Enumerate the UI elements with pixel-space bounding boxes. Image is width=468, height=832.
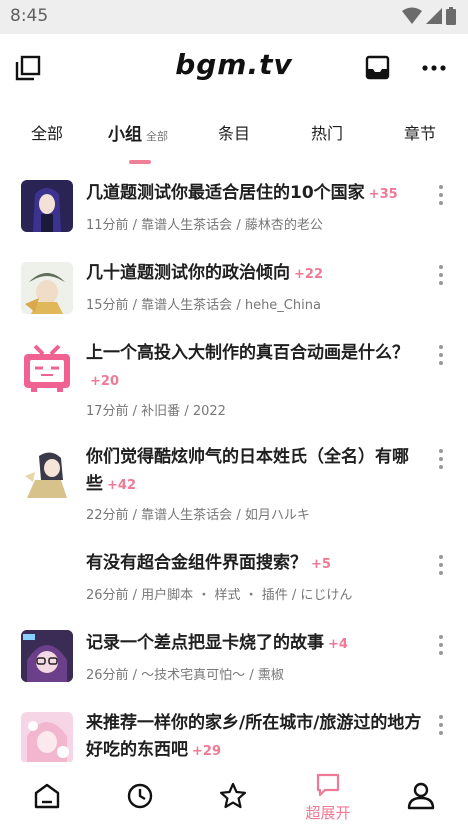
more-vertical-icon[interactable]: [434, 714, 448, 736]
item-meta: 26分前 / 用户脚本 ・ 样式 ・ 插件 / にじけん: [86, 588, 353, 603]
home-icon[interactable]: [27, 776, 67, 816]
status-time: 8:45: [10, 6, 49, 26]
item-meta: 26分前 / 〜技术宅真可怕〜 / 熏椒: [86, 668, 284, 683]
list-item[interactable]: 有没有超合金组件界面搜索？ +5 26分前 / 用户脚本 ・ 样式 ・ 插件 / …: [0, 540, 468, 620]
tab-group[interactable]: 小组 全部: [108, 120, 168, 145]
tv-logo-icon: [21, 342, 73, 394]
avatar: [21, 712, 73, 762]
list-item[interactable]: 记录一个差点把显卡烧了的故事 +4 26分前 / 〜技术宅真可怕〜 / 熏椒: [0, 620, 468, 700]
cell-signal-icon: [426, 8, 442, 24]
status-bar: 8:45: [0, 0, 468, 34]
more-horizontal-icon[interactable]: [420, 56, 448, 80]
more-vertical-icon[interactable]: [434, 448, 448, 470]
app-title: bgm.tv: [175, 48, 293, 81]
tab-all[interactable]: 全部: [31, 120, 63, 144]
more-vertical-icon[interactable]: [434, 634, 448, 656]
inbox-icon[interactable]: [364, 54, 392, 82]
avatar: [21, 630, 73, 682]
wifi-icon: [402, 7, 422, 24]
star-icon[interactable]: [213, 776, 253, 816]
list-item[interactable]: 来推荐一样你的家乡/所在城市/旅游过的地方好吃的东西吧 +29: [0, 700, 468, 762]
avatar: [21, 446, 73, 498]
list-item[interactable]: 几十道题测试你的政治倾向 +22 15分前 / 靠谱人生茶话会 / hehe_Ch…: [0, 250, 468, 330]
tab-bar: 全部 小组 全部 条目 热门 章节: [0, 100, 468, 164]
more-vertical-icon[interactable]: [434, 554, 448, 576]
more-vertical-icon[interactable]: [434, 264, 448, 286]
user-icon[interactable]: [401, 776, 441, 816]
more-vertical-icon[interactable]: [434, 344, 448, 366]
tab-group-filter[interactable]: 全部: [146, 130, 168, 143]
chat-icon: [316, 773, 340, 797]
topic-list[interactable]: 几道题测试你最适合居住的10个国家 +35 11分前 / 靠谱人生茶话会 / 藤林…: [0, 170, 468, 762]
clock-icon[interactable]: [120, 776, 160, 816]
avatar: [21, 262, 73, 314]
tab-episode[interactable]: 章节: [404, 120, 436, 144]
item-meta: 17分前 / 补旧番 / 2022: [86, 404, 226, 419]
battery-icon: [446, 7, 456, 25]
tab-hot[interactable]: 热门: [311, 120, 343, 144]
item-meta: 15分前 / 靠谱人生茶话会 / hehe_China: [86, 298, 321, 313]
tab-indicator: [129, 160, 151, 164]
avatar: [21, 552, 73, 604]
bottom-nav: 超展开: [0, 762, 468, 832]
list-item[interactable]: 几道题测试你最适合居住的10个国家 +35 11分前 / 靠谱人生茶话会 / 藤林…: [0, 170, 468, 250]
list-item[interactable]: 上一个高投入大制作的真百合动画是什么？+20 17分前 / 补旧番 / 2022: [0, 330, 468, 434]
list-item[interactable]: 你们觉得酷炫帅气的日本姓氏（全名）有哪些 +42 22分前 / 靠谱人生茶话会 /…: [0, 434, 468, 540]
tab-subject[interactable]: 条目: [218, 120, 250, 144]
avatar: [21, 180, 73, 232]
item-meta: 11分前 / 靠谱人生茶话会 / 藤林杏的老公: [86, 218, 323, 233]
nav-rakuen[interactable]: 超展开: [293, 772, 363, 828]
nav-rakuen-label: 超展开: [305, 804, 351, 822]
item-meta: 22分前 / 靠谱人生茶话会 / 如月ハルキ: [86, 508, 310, 523]
app-bar: bgm.tv: [0, 34, 468, 100]
more-vertical-icon[interactable]: [434, 184, 448, 206]
